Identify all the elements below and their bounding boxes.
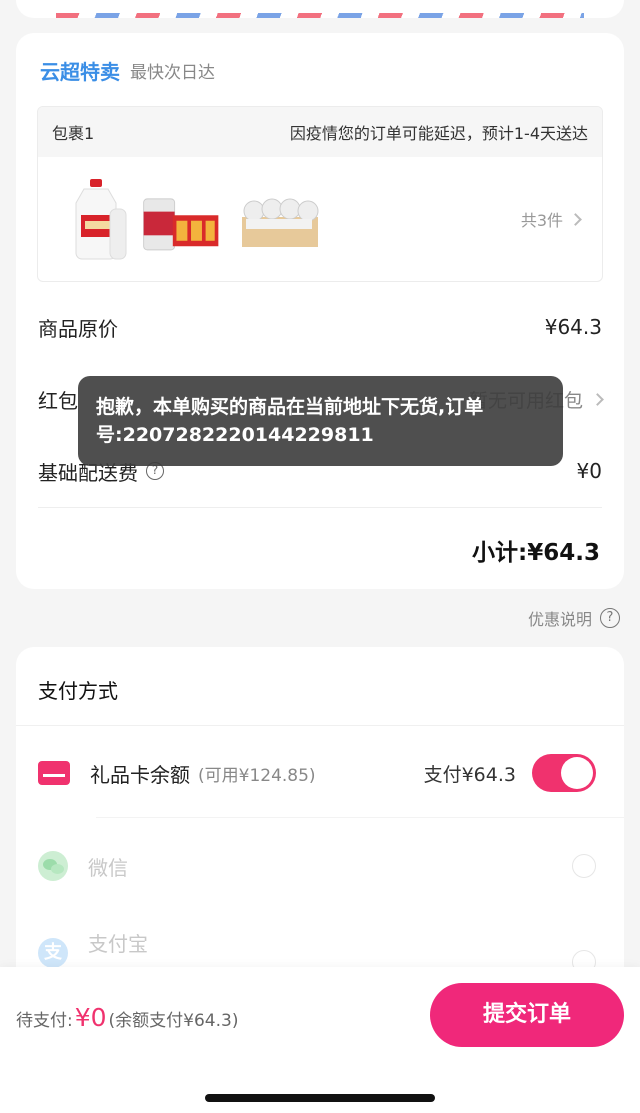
package-box[interactable]: 包裹1 因疫情您的订单可能延迟，预计1-4天送达 共3件	[37, 106, 603, 282]
store-header: 云超特卖 最快次日达	[40, 57, 215, 84]
original-price-label: 商品原价	[38, 316, 118, 341]
due-amount: ¥0	[74, 1003, 107, 1032]
wechat-radio[interactable]	[572, 854, 596, 878]
chevron-right-icon	[591, 392, 604, 406]
alipay-label: 支付宝	[88, 931, 148, 956]
delivery-speed-label: 最快次日达	[130, 62, 215, 83]
order-confirm-page: 云超特卖 最快次日达 包裹1 因疫情您的订单可能延迟，预计1-4天送达 共3件 …	[0, 0, 640, 1113]
toggle-knob	[561, 757, 593, 789]
chevron-right-icon	[569, 212, 582, 226]
gift-card-toggle[interactable]	[532, 754, 596, 792]
question-icon: ?	[600, 608, 620, 628]
credit-card-icon	[38, 761, 70, 785]
package-name: 包裹1	[52, 124, 95, 143]
milk-bottle-thumbnail	[75, 179, 127, 260]
balance-note: (余额支付¥64.3)	[108, 1011, 239, 1031]
amount-due: 待支付: ¥0 (余额支付¥64.3)	[16, 1003, 238, 1032]
wechat-pay-label: 微信	[88, 855, 128, 880]
package-items[interactable]: 共3件	[38, 157, 602, 281]
package-header: 包裹1 因疫情您的订单可能延迟，预计1-4天送达	[38, 107, 602, 157]
address-card[interactable]	[16, 0, 624, 18]
gift-card-available: (可用¥124.85)	[198, 765, 316, 786]
discount-note-label: 优惠说明	[527, 610, 592, 629]
redpacket-label: 红包	[38, 388, 78, 413]
divider	[96, 817, 624, 818]
alipay-icon: 支	[38, 938, 68, 968]
store-name: 云超特卖	[40, 59, 120, 84]
due-label: 待支付:	[16, 1011, 73, 1031]
airmail-border	[56, 13, 584, 18]
original-price-row: 商品原价 ¥64.3	[38, 312, 602, 342]
out-of-stock-toast: 抱歉，本单购买的商品在当前地址下无货,订单号:22072822201442298…	[78, 376, 563, 466]
yogurt-tray-thumbnail	[242, 198, 319, 247]
original-price-value: ¥64.3	[544, 315, 602, 339]
gift-card-pay-amount: 支付¥64.3	[423, 763, 516, 786]
home-indicator[interactable]	[205, 1094, 435, 1102]
wechat-pay-row[interactable]: 微信	[38, 843, 596, 889]
delay-notice: 因疫情您的订单可能延迟，预计1-4天送达	[289, 124, 588, 143]
congee-cans-thumbnail	[143, 198, 219, 251]
item-count[interactable]: 共3件	[520, 207, 582, 231]
order-card: 云超特卖 最快次日达 包裹1 因疫情您的订单可能延迟，预计1-4天送达 共3件 …	[16, 33, 624, 589]
delivery-fee-value: ¥0	[576, 459, 602, 483]
checkout-bar: 待支付: ¥0 (余额支付¥64.3) 提交订单	[0, 967, 640, 1113]
wechat-icon	[38, 851, 68, 881]
gift-card-label: 礼品卡余额	[90, 762, 190, 787]
discount-note-link[interactable]: 优惠说明 ?	[528, 606, 620, 630]
divider	[38, 507, 602, 508]
subtotal: 小计:¥64.3	[472, 540, 600, 566]
submit-order-button[interactable]: 提交订单	[430, 983, 624, 1047]
payment-title: 支付方式	[38, 679, 118, 703]
gift-card-row[interactable]: 礼品卡余额 (可用¥124.85) 支付¥64.3	[38, 750, 596, 796]
divider	[16, 725, 624, 726]
item-count-label: 共3件	[520, 211, 563, 230]
